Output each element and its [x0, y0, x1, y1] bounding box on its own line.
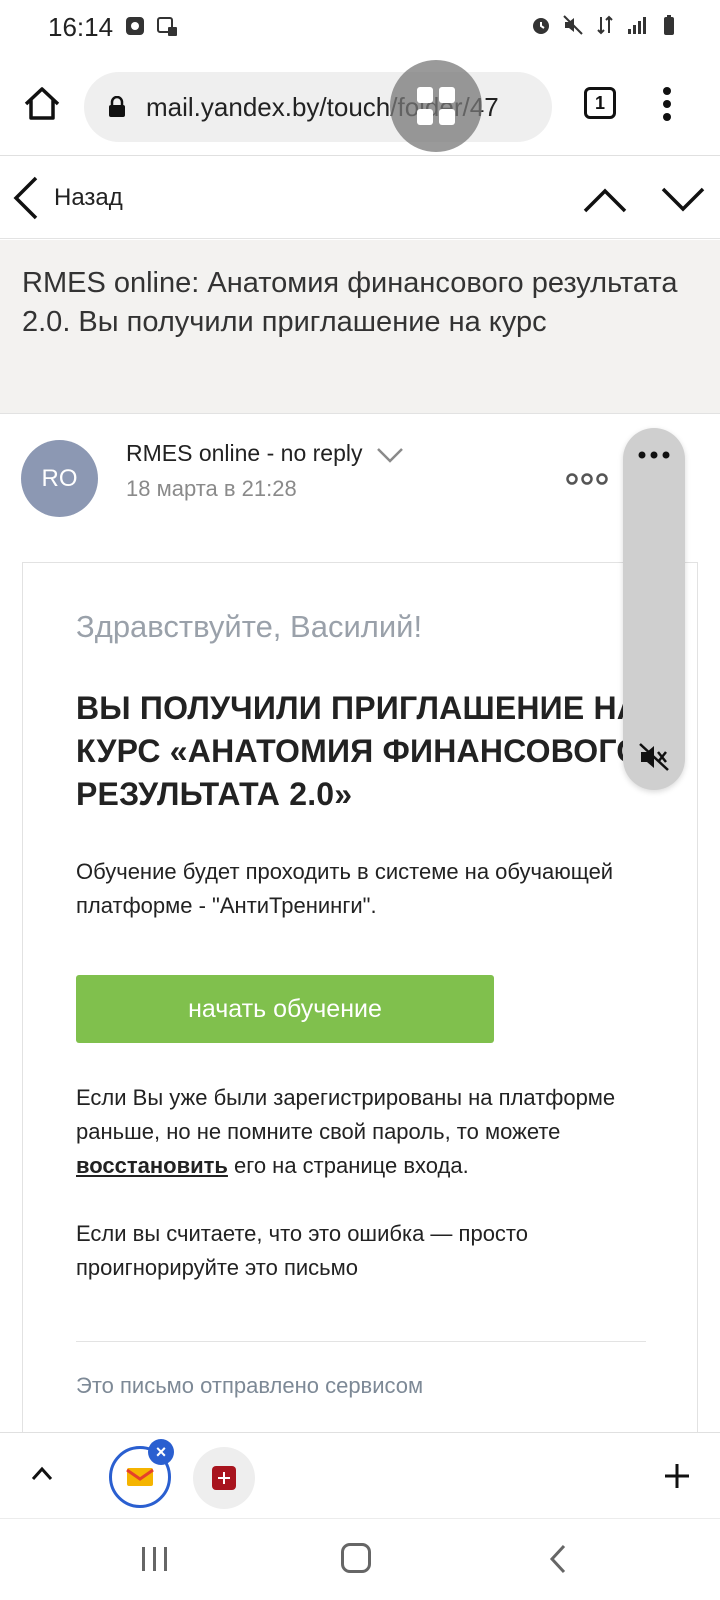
restore-text-before: Если Вы уже были зарегистрированы на пла… — [76, 1085, 616, 1144]
email-headline: ВЫ ПОЛУЧИЛИ ПРИГЛАШЕНИЕ НА КУРС «АНАТОМИ… — [76, 690, 642, 812]
intro-paragraph: Обучение будет проходить в системе на об… — [76, 859, 614, 918]
chevron-up-icon[interactable] — [30, 1463, 54, 1483]
restore-password-link[interactable]: восстановить — [76, 1153, 228, 1178]
chevron-left-icon — [13, 176, 38, 220]
home-nav-icon[interactable] — [341, 1543, 371, 1573]
lock-icon — [109, 96, 125, 117]
tab-second[interactable] — [193, 1447, 255, 1509]
divider — [76, 1341, 646, 1342]
message-subject: RMES online: Анатомия финансового резуль… — [22, 267, 678, 338]
more-actions-icon[interactable] — [566, 472, 608, 486]
sender-row: RO RMES online - no reply 18 марта в 21:… — [0, 414, 720, 902]
app-tab-icon — [212, 1466, 236, 1490]
system-navigation-bar — [0, 1518, 720, 1600]
previous-message-icon[interactable] — [582, 179, 628, 219]
more-horiz-icon[interactable] — [637, 450, 671, 460]
url-text: mail.yandex.by/touch/folder/47 — [146, 92, 499, 122]
split-screen-icon — [417, 87, 455, 125]
close-tab-icon[interactable]: × — [148, 1439, 174, 1465]
footer-note: Это письмо отправлено сервисом — [76, 1373, 424, 1398]
notification-icon — [157, 17, 177, 36]
sender-name[interactable]: RMES online - no reply — [126, 440, 363, 467]
new-tab-icon[interactable] — [662, 1461, 692, 1491]
error-note: Если вы считаете, что это ошибка — прост… — [76, 1221, 528, 1280]
subject-area: RMES online: Анатомия финансового резуль… — [0, 240, 720, 414]
mute-icon — [563, 15, 583, 35]
restore-text-after: его на странице входа. — [227, 1153, 469, 1178]
greeting: Здравствуйте, Василий! — [76, 609, 423, 644]
volume-panel[interactable] — [623, 428, 685, 790]
signal-icon — [628, 17, 646, 34]
status-bar: 16:14 — [0, 0, 720, 56]
screen-recorder-icon — [126, 17, 144, 35]
alarm-icon — [533, 18, 549, 34]
back-nav-icon[interactable] — [546, 1543, 570, 1575]
split-screen-button[interactable] — [390, 60, 482, 152]
back-label: Назад — [54, 184, 123, 211]
more-vert-icon[interactable] — [660, 84, 674, 124]
home-icon[interactable] — [22, 84, 62, 124]
recent-apps-icon[interactable] — [140, 1545, 170, 1573]
tabs-button[interactable]: 1 — [584, 87, 616, 119]
start-learning-button[interactable]: начать обучение — [76, 975, 494, 1043]
chevron-down-icon[interactable] — [376, 446, 404, 464]
volume-mute-icon[interactable] — [638, 742, 670, 772]
email-body: Здравствуйте, Василий! ВЫ ПОЛУЧИЛИ ПРИГЛ… — [22, 562, 698, 1442]
back-button[interactable]: Назад — [12, 175, 123, 221]
data-transfer-icon — [597, 15, 613, 35]
status-time: 16:14 — [48, 12, 114, 42]
mail-navigation: Назад — [0, 157, 720, 239]
next-message-icon[interactable] — [660, 179, 706, 219]
browser-toolbar: mail.yandex.by/touch/folder/47 1 — [0, 56, 720, 156]
battery-icon — [664, 15, 674, 35]
message-date: 18 марта в 21:28 — [126, 476, 297, 501]
tab-strip: × — [0, 1432, 720, 1518]
restore-paragraph: Если Вы уже были зарегистрированы на пла… — [76, 1081, 646, 1183]
sender-avatar[interactable]: RO — [21, 440, 98, 517]
